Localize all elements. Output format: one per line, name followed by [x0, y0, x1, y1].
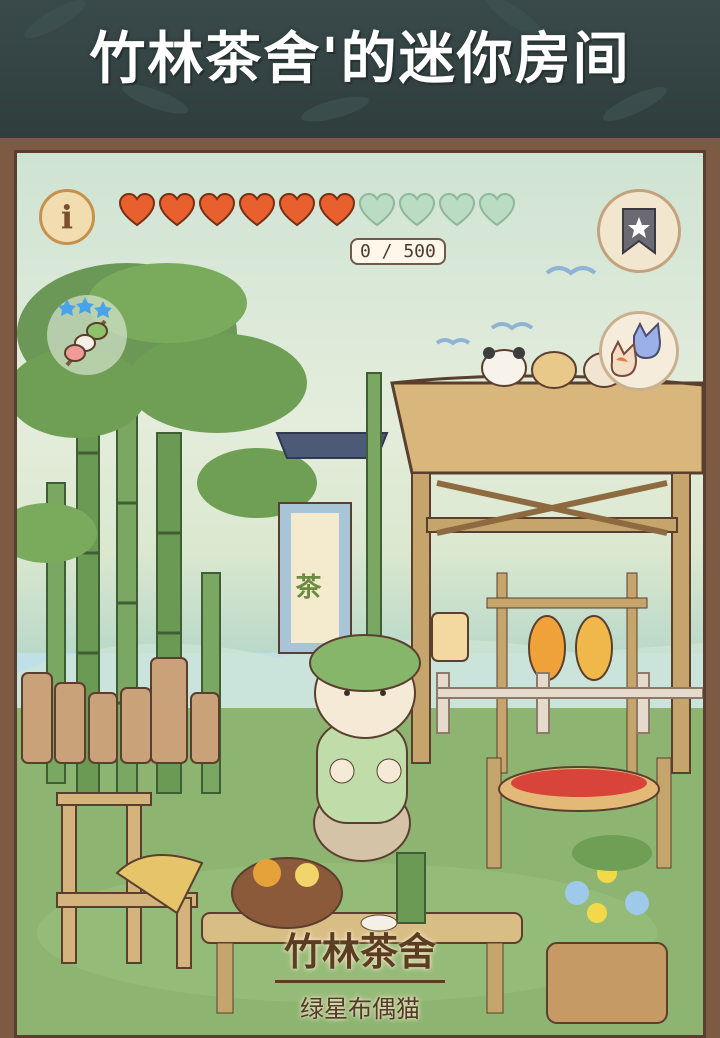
page-title: 竹林茶舍'的迷你房间 [89, 27, 631, 92]
birds [435, 266, 597, 346]
progress-counter: 0 / 500 [350, 238, 446, 265]
skewer-badge[interactable] [47, 295, 127, 375]
skewer-icon [58, 297, 112, 367]
tea-banner-text: 茶 [291, 573, 321, 599]
info-icon: i [60, 198, 74, 236]
bubble-tea-cup [431, 612, 469, 662]
shop-owner: 绿星布偶猫 [300, 995, 420, 1023]
shop-divider [275, 980, 445, 983]
heart-icon [479, 193, 515, 227]
heart-icon [359, 193, 395, 227]
shop-sign: 竹林茶舍 绿星布偶猫 [17, 921, 703, 1024]
heart-icon [199, 193, 235, 227]
mini-room-scene[interactable]: i 0 / 500 茶 竹林茶舍 绿星布偶猫 [14, 150, 706, 1038]
bookmark-star-icon [622, 208, 656, 255]
lantern [575, 615, 613, 681]
heart-icon [439, 193, 475, 227]
cats-icon [610, 321, 662, 378]
room-illustration [17, 263, 703, 1035]
bookmark-button[interactable] [597, 189, 681, 273]
heart-icon [319, 193, 355, 227]
cat-character [309, 634, 421, 862]
star-icon [58, 297, 112, 318]
cats-button[interactable] [599, 311, 679, 391]
heart-icon [159, 193, 195, 227]
lantern [528, 615, 566, 681]
shop-name: 竹林茶舍 [283, 930, 436, 974]
heart-icon [399, 193, 435, 227]
title-banner: 竹林茶舍'的迷你房间 [0, 0, 720, 138]
room-frame: i 0 / 500 茶 竹林茶舍 绿星布偶猫 [0, 138, 720, 1038]
heart-icon [279, 193, 315, 227]
info-button[interactable]: i [39, 189, 95, 245]
heart-icon [239, 193, 275, 227]
heart-icon [119, 193, 155, 227]
affection-hearts [119, 193, 515, 227]
